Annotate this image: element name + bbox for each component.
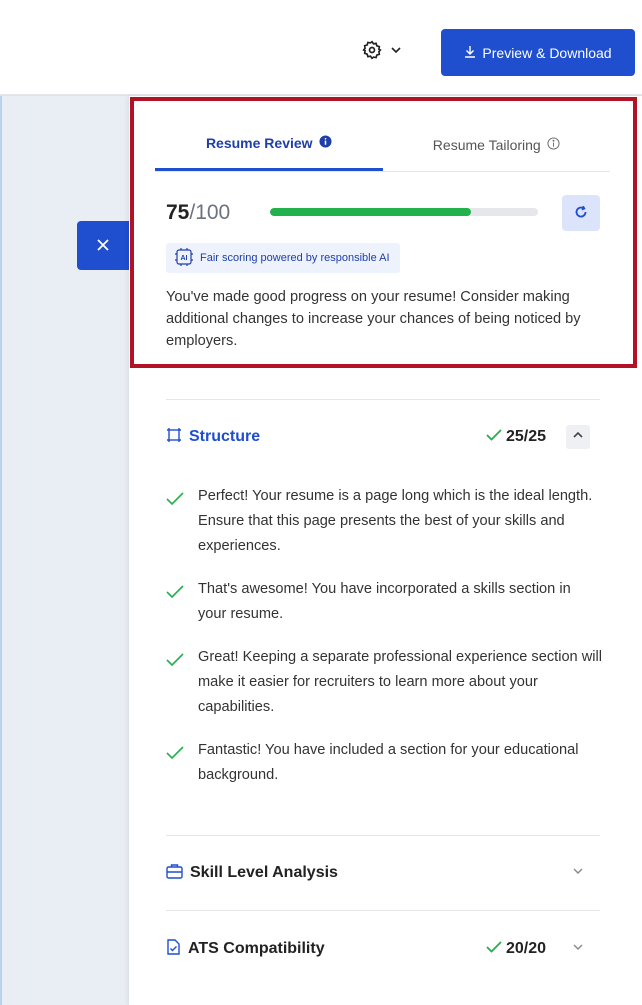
section-title-label: Skill Level Analysis: [190, 864, 338, 881]
section-title: Structure: [166, 427, 260, 448]
close-icon: [97, 235, 109, 256]
refresh-icon: [574, 205, 588, 222]
structure-checklist: Perfect! Your resume is a page long whic…: [166, 484, 606, 806]
ai-badge-text: Fair scoring powered by responsible AI: [200, 252, 390, 264]
top-bar: Preview & Download: [0, 0, 642, 95]
chevron-down-icon: [572, 940, 584, 958]
chevron-up-icon: [572, 428, 584, 446]
score-total: /100: [189, 201, 231, 224]
info-outline-icon: [547, 136, 560, 153]
ai-chip-icon: AI: [174, 247, 194, 269]
check-text: Fantastic! You have included a section f…: [198, 742, 579, 783]
section-score: 20/20: [486, 940, 546, 959]
structure-icon: [166, 427, 182, 448]
download-icon: [464, 45, 476, 61]
chevron-down-icon: [572, 864, 584, 882]
section-title-label: Structure: [189, 428, 261, 445]
tab-label: Resume Tailoring: [432, 136, 541, 153]
list-item: Great! Keeping a separate professional e…: [166, 645, 606, 720]
section-title: ATS Compatibility: [166, 938, 325, 960]
list-item: Fantastic! You have included a section f…: [166, 738, 606, 788]
section-skill-analysis-header[interactable]: Skill Level Analysis: [166, 855, 600, 891]
preview-download-label: Preview & Download: [482, 44, 612, 61]
list-item: Perfect! Your resume is a page long whic…: [166, 484, 606, 559]
section-title: Skill Level Analysis: [166, 863, 338, 884]
divider: [166, 399, 600, 400]
check-icon: [166, 653, 184, 667]
refresh-score-button[interactable]: [562, 195, 600, 231]
resume-score: 75/100: [166, 201, 266, 225]
collapse-button[interactable]: [566, 425, 590, 449]
tab-resume-review[interactable]: Resume Review: [155, 118, 383, 171]
briefcase-icon: [166, 863, 183, 884]
section-score-value: 20/20: [505, 940, 546, 957]
section-ats-header[interactable]: ATS Compatibility 20/20: [166, 931, 600, 967]
tab-label: Resume Review: [205, 135, 313, 151]
divider: [166, 910, 600, 911]
score-progress-fill: [270, 208, 471, 216]
info-filled-icon: [319, 135, 332, 151]
document-check-icon: [166, 938, 181, 960]
list-item: That's awesome! You have incorporated a …: [166, 577, 606, 627]
check-text: That's awesome! You have incorporated a …: [198, 581, 571, 622]
check-icon: [166, 492, 184, 506]
close-panel-button[interactable]: [77, 221, 129, 270]
tab-resume-tailoring[interactable]: Resume Tailoring: [383, 118, 611, 171]
review-summary: You've made good progress on your resume…: [166, 289, 581, 349]
section-score: 25/25: [486, 428, 546, 447]
check-icon: [486, 940, 502, 959]
preview-download-button[interactable]: Preview & Download: [441, 29, 635, 76]
score-row: 75/100: [166, 195, 600, 231]
section-title-label: ATS Compatibility: [188, 940, 325, 957]
review-tabs: Resume Review Resume Tailoring: [155, 118, 610, 172]
check-icon: [486, 428, 502, 447]
check-text: Great! Keeping a separate professional e…: [198, 649, 602, 715]
expand-button[interactable]: [566, 937, 590, 961]
chevron-down-icon: [390, 43, 402, 61]
check-text: Perfect! Your resume is a page long whic…: [198, 488, 593, 554]
section-score-value: 25/25: [505, 428, 546, 445]
expand-button[interactable]: [566, 861, 590, 885]
check-icon: [166, 746, 184, 760]
ai-scoring-badge: AI Fair scoring powered by responsible A…: [166, 243, 400, 273]
score-value: 75: [166, 201, 190, 224]
section-structure-header[interactable]: Structure 25/25: [166, 419, 600, 455]
score-progress-bar: [270, 208, 538, 216]
check-icon: [166, 585, 184, 599]
gear-icon: [362, 39, 382, 65]
settings-menu[interactable]: [362, 38, 402, 66]
svg-text:AI: AI: [181, 255, 188, 262]
divider: [166, 835, 600, 836]
